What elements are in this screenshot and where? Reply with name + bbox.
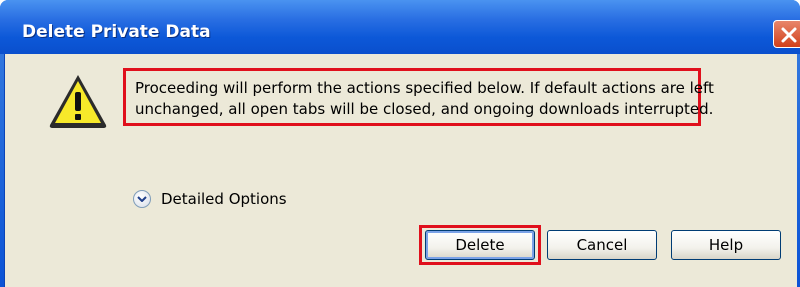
delete-button[interactable]: Delete <box>425 230 535 260</box>
dialog-body: Proceeding will perform the actions spec… <box>4 54 797 287</box>
message-line: unchanged, all open tabs will be closed,… <box>135 100 714 118</box>
cancel-button[interactable]: Cancel <box>547 230 657 260</box>
help-button[interactable]: Help <box>671 230 781 260</box>
close-button[interactable] <box>773 20 800 48</box>
close-icon <box>781 27 797 43</box>
warning-icon <box>49 75 107 128</box>
message-line: Proceeding will perform the actions spec… <box>135 79 714 97</box>
detailed-options-label[interactable]: Detailed Options <box>161 190 287 208</box>
chevron-down-icon[interactable] <box>133 190 151 208</box>
detailed-options-toggle[interactable]: Detailed Options <box>133 188 287 210</box>
dialog-window: Delete Private Data Proceeding will perf… <box>0 0 800 287</box>
warning-message: Proceeding will perform the actions spec… <box>123 68 714 126</box>
title-bar[interactable]: Delete Private Data <box>0 0 800 54</box>
window-title: Delete Private Data <box>22 22 211 42</box>
